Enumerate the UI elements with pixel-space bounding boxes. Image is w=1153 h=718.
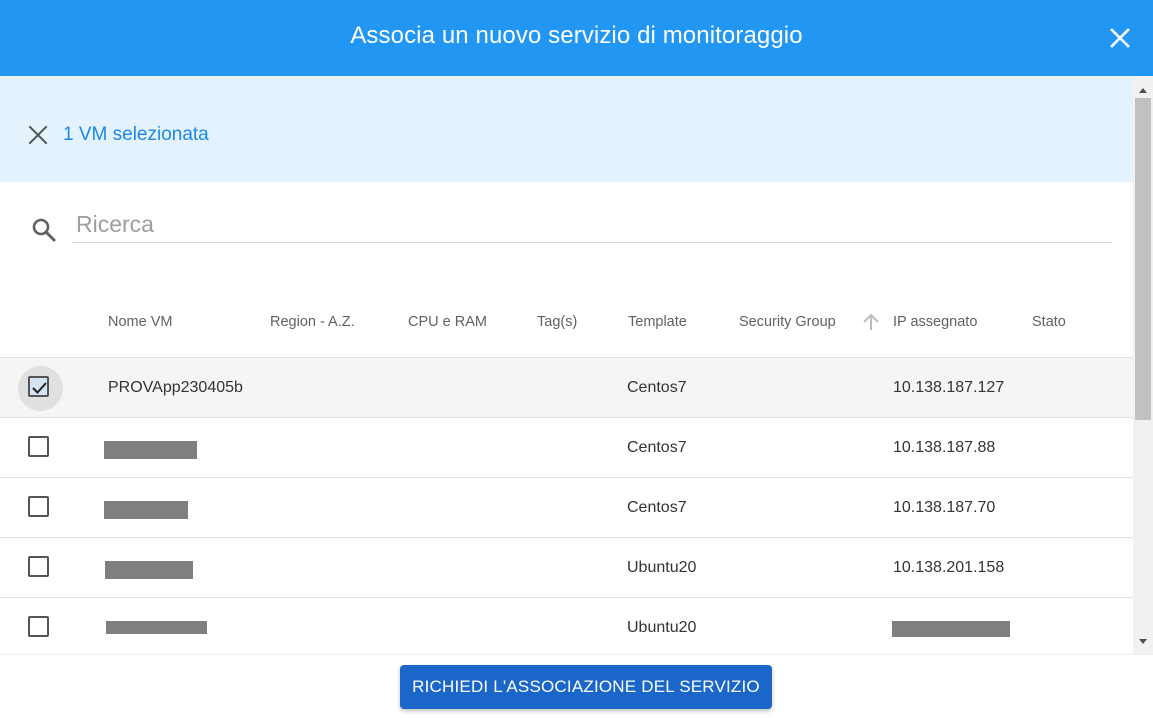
redacted-vm-name	[104, 441, 197, 459]
table-row[interactable]: Centos7 10.138.187.70	[0, 477, 1133, 538]
close-icon[interactable]	[1104, 22, 1136, 54]
dialog-title: Associa un nuovo servizio di monitoraggi…	[350, 22, 803, 49]
template-cell: Centos7	[627, 499, 687, 516]
template-cell: Centos7	[627, 379, 687, 396]
clear-selection-icon[interactable]	[26, 123, 50, 147]
column-header-tags[interactable]: Tag(s)	[537, 314, 577, 330]
search-input[interactable]	[72, 206, 1112, 243]
redacted-ip	[892, 621, 1010, 637]
column-header-stato[interactable]: Stato	[1032, 314, 1066, 330]
template-cell: Centos7	[627, 439, 687, 456]
vertical-scrollbar[interactable]	[1133, 76, 1153, 654]
dialog-footer: RICHIEDI L'ASSOCIAZIONE DEL SERVIZIO	[0, 654, 1153, 718]
scroll-down-icon[interactable]	[1133, 632, 1153, 652]
table-row[interactable]: Centos7 10.138.187.88	[0, 417, 1133, 478]
column-header-nome-vm[interactable]: Nome VM	[108, 314, 172, 330]
ip-cell: 10.138.201.158	[893, 559, 1005, 576]
ip-cell: 10.138.187.88	[893, 439, 996, 456]
column-header-ip-assegnato[interactable]: IP assegnato	[893, 314, 977, 330]
table-row[interactable]: Ubuntu20 10.138.201.158	[0, 537, 1133, 598]
column-header-template[interactable]: Template	[628, 314, 687, 330]
column-header-region[interactable]: Region - A.Z.	[270, 314, 355, 330]
row-checkbox[interactable]	[28, 496, 49, 517]
column-header-cpu-ram[interactable]: CPU e RAM	[408, 314, 487, 330]
template-cell: Ubuntu20	[627, 559, 697, 576]
dialog-header: Associa un nuovo servizio di monitoraggi…	[0, 0, 1153, 76]
scroll-up-icon[interactable]	[1133, 80, 1153, 100]
scrollbar-thumb[interactable]	[1135, 98, 1151, 420]
table-row[interactable]: Ubuntu20	[0, 597, 1133, 654]
ip-cell: 10.138.187.70	[893, 499, 996, 516]
redacted-vm-name	[105, 561, 193, 579]
redacted-vm-name	[104, 501, 188, 519]
search-icon	[30, 216, 58, 244]
vm-name-cell: PROVApp230405b	[108, 379, 243, 396]
row-checkbox[interactable]	[28, 616, 49, 637]
template-cell: Ubuntu20	[627, 619, 697, 636]
row-checkbox[interactable]	[28, 376, 49, 397]
selection-bar: 1 VM selezionata	[0, 76, 1133, 182]
ip-cell: 10.138.187.127	[893, 379, 1005, 396]
redacted-vm-name	[106, 621, 207, 634]
row-checkbox[interactable]	[28, 556, 49, 577]
request-association-button[interactable]: RICHIEDI L'ASSOCIAZIONE DEL SERVIZIO	[400, 665, 772, 709]
selection-count-label: 1 VM selezionata	[63, 124, 209, 145]
sort-ascending-icon[interactable]	[861, 312, 881, 332]
table-row[interactable]: PROVApp230405b Centos7 10.138.187.127	[0, 357, 1133, 418]
column-header-security-group[interactable]: Security Group	[739, 314, 836, 330]
row-checkbox[interactable]	[28, 436, 49, 457]
dialog-content: 1 VM selezionata Nome VM Region - A.Z. C…	[0, 76, 1133, 654]
